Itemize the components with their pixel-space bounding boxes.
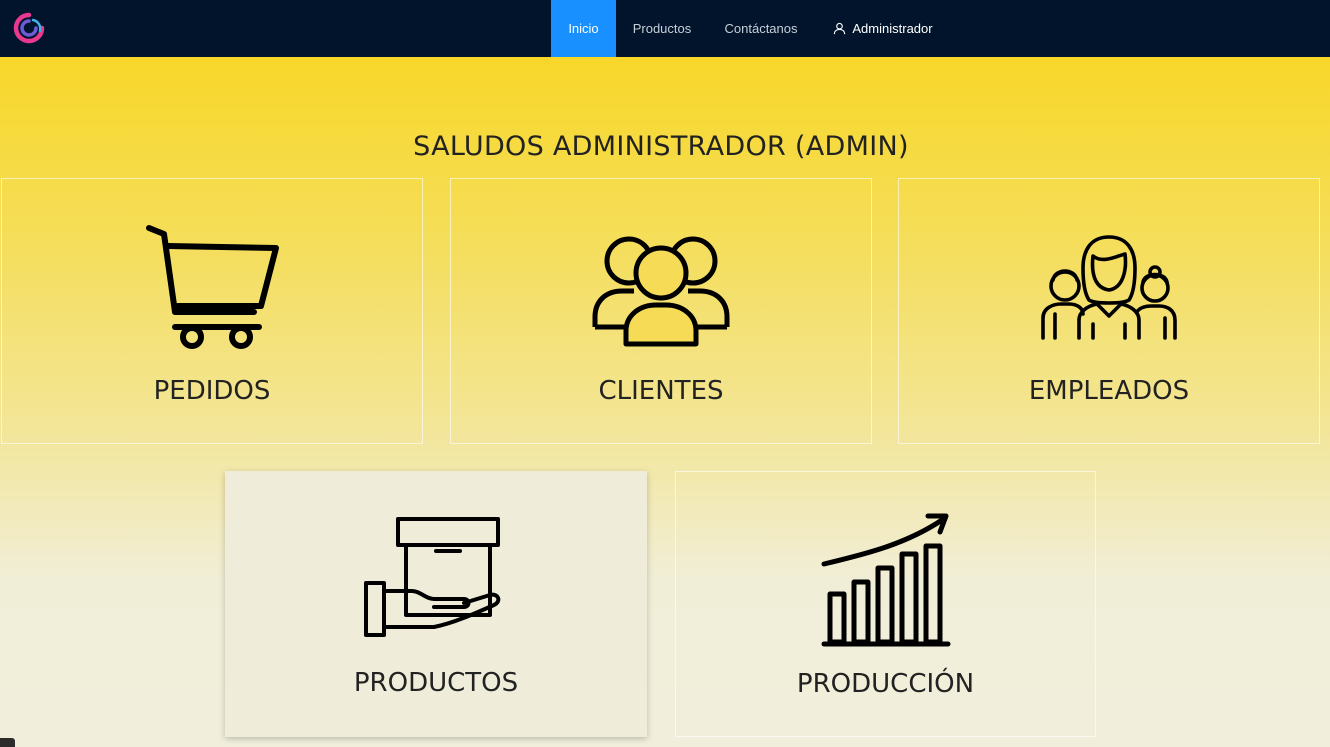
card-productos[interactable]: PRODUCTOS bbox=[225, 471, 647, 737]
card-label: PRODUCTOS bbox=[353, 668, 519, 698]
growth-chart-icon bbox=[821, 513, 950, 647]
card-label: EMPLEADOS bbox=[1028, 376, 1190, 406]
card-pedidos[interactable]: PEDIDOS bbox=[1, 178, 423, 444]
users-group-icon bbox=[592, 236, 730, 347]
shopping-cart-icon bbox=[146, 225, 279, 349]
corner-widget[interactable] bbox=[0, 738, 15, 747]
box-in-hand-icon bbox=[364, 517, 501, 637]
swirl-logo-icon[interactable] bbox=[13, 12, 45, 44]
card-produccion[interactable]: PRODUCCIÓN bbox=[675, 471, 1096, 737]
card-empleados[interactable]: EMPLEADOS bbox=[898, 178, 1320, 444]
nav-inicio[interactable]: Inicio bbox=[551, 0, 616, 57]
card-clientes[interactable]: CLIENTES bbox=[450, 178, 872, 444]
user-icon bbox=[834, 22, 846, 35]
card-label: CLIENTES bbox=[598, 376, 724, 406]
nav-productos[interactable]: Productos bbox=[624, 0, 700, 57]
nav-user-label: Administrador bbox=[852, 21, 933, 36]
card-label: PEDIDOS bbox=[153, 376, 271, 406]
nav-user-menu[interactable]: Administrador bbox=[822, 0, 944, 57]
top-navbar: Inicio Productos Contáctanos Administrad… bbox=[0, 0, 1330, 57]
nav-contactanos[interactable]: Contáctanos bbox=[716, 0, 806, 57]
employees-icon bbox=[1041, 235, 1177, 340]
page-title: SALUDOS ADMINISTRADOR (ADMIN) bbox=[413, 131, 909, 162]
card-label: PRODUCCIÓN bbox=[796, 669, 975, 699]
